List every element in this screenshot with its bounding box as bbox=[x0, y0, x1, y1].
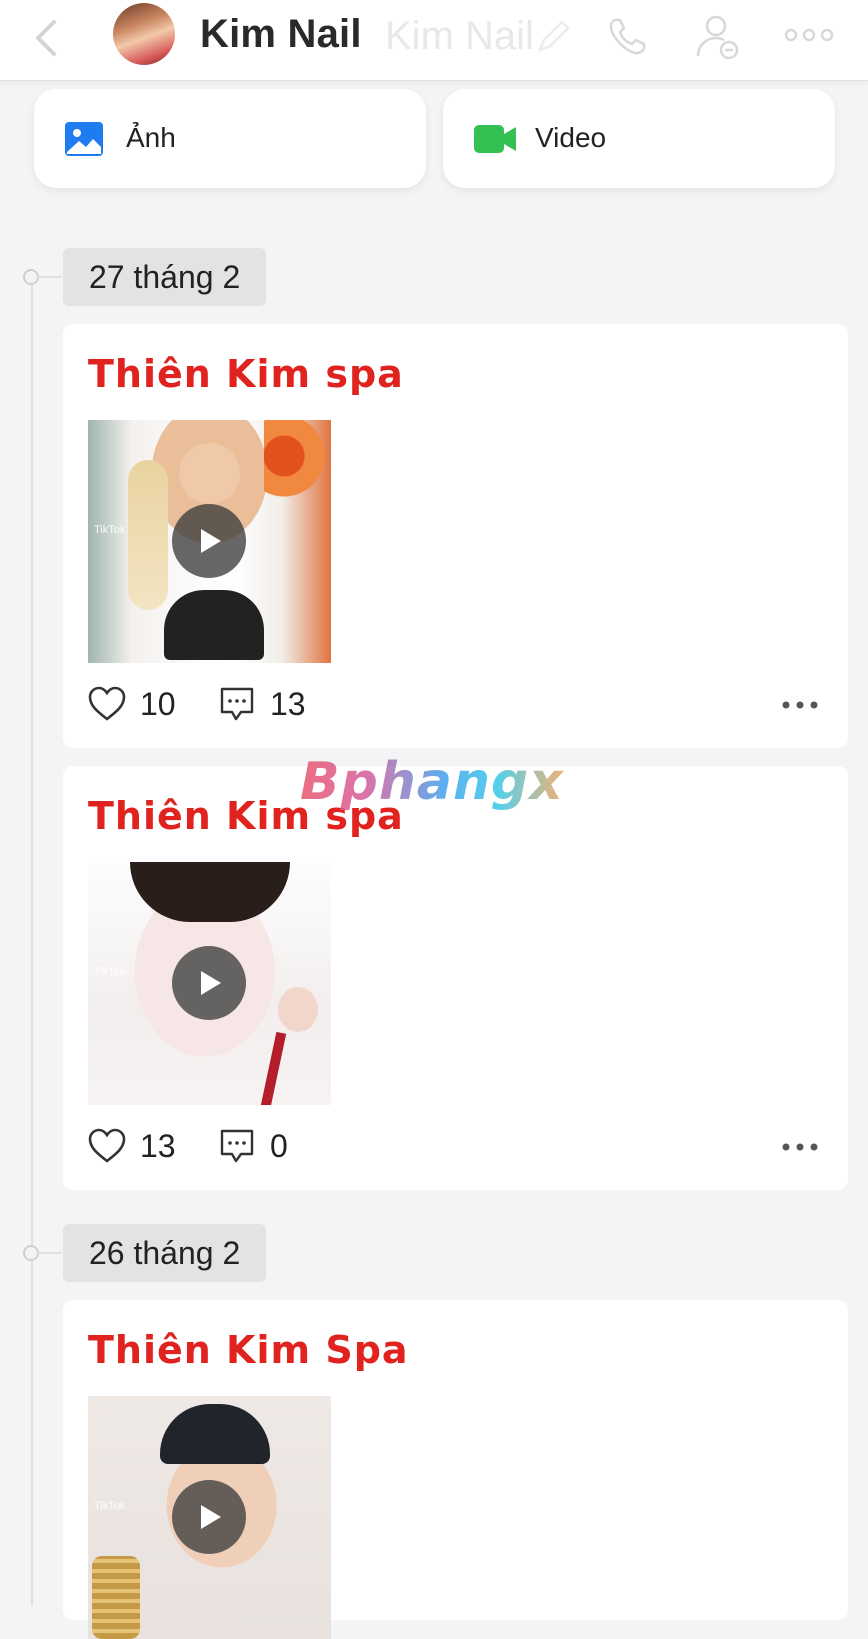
back-button[interactable] bbox=[32, 18, 62, 58]
play-icon bbox=[201, 529, 221, 553]
post-stats: 13 0 bbox=[88, 1126, 823, 1170]
post-author[interactable]: Thiên Kim spa bbox=[88, 352, 404, 396]
like-count: 13 bbox=[140, 1128, 176, 1164]
post-more-icon[interactable] bbox=[781, 700, 819, 710]
tiktok-tag: TikTok bbox=[94, 1500, 126, 1512]
date-chip: 26 tháng 2 bbox=[63, 1224, 267, 1282]
page-title[interactable]: Kim Nail bbox=[200, 12, 362, 57]
tiktok-tag: TikTok bbox=[94, 966, 126, 978]
tiktok-tag: TikTok bbox=[94, 524, 126, 536]
chat-header: Kim Nail Kim Nail bbox=[0, 0, 868, 81]
edit-icon bbox=[537, 20, 570, 53]
photo-button[interactable]: Ảnh bbox=[34, 89, 426, 188]
video-button[interactable]: Video bbox=[443, 89, 835, 188]
more-icon bbox=[784, 28, 834, 42]
comment-count: 13 bbox=[270, 686, 306, 722]
back-chevron-icon bbox=[36, 20, 56, 56]
call-button[interactable] bbox=[604, 14, 650, 60]
add-contact-icon bbox=[696, 15, 739, 60]
timeline-dot bbox=[23, 269, 39, 285]
play-button[interactable] bbox=[172, 1480, 246, 1554]
image-icon bbox=[65, 122, 103, 156]
photo-label: Ảnh bbox=[126, 122, 176, 153]
add-contact-button[interactable] bbox=[694, 12, 742, 62]
post-author[interactable]: Thiên Kim Spa bbox=[88, 1328, 409, 1372]
play-icon bbox=[201, 1505, 221, 1529]
phone-icon bbox=[609, 18, 646, 55]
timeline-stub bbox=[38, 276, 62, 278]
play-button[interactable] bbox=[172, 946, 246, 1020]
like-count: 10 bbox=[140, 686, 176, 722]
comment-icon[interactable] bbox=[219, 1128, 255, 1166]
timeline-stub bbox=[38, 1252, 62, 1254]
video-thumbnail[interactable]: TikTok bbox=[88, 420, 331, 663]
video-thumbnail[interactable]: TikTok bbox=[88, 1396, 331, 1639]
heart-icon[interactable] bbox=[88, 1128, 126, 1164]
avatar[interactable] bbox=[113, 3, 175, 65]
heart-icon[interactable] bbox=[88, 686, 126, 722]
post-card[interactable]: Thiên Kim Spa TikTok bbox=[63, 1300, 848, 1639]
video-camera-icon bbox=[474, 125, 516, 153]
comment-count: 0 bbox=[270, 1128, 288, 1164]
watermark-logo: Bphangx bbox=[300, 752, 564, 812]
more-button[interactable] bbox=[784, 22, 834, 48]
date-chip: 27 tháng 2 bbox=[63, 248, 267, 306]
post-card[interactable]: Thiên Kim spa TikTok 10 13 bbox=[63, 324, 848, 748]
video-thumbnail[interactable]: TikTok bbox=[88, 862, 331, 1105]
post-stats: 10 13 bbox=[88, 684, 823, 728]
play-icon bbox=[201, 971, 221, 995]
timeline-line bbox=[31, 276, 33, 1606]
comment-icon[interactable] bbox=[219, 686, 255, 724]
ghost-title: Kim Nail bbox=[385, 14, 534, 58]
timeline-dot bbox=[23, 1245, 39, 1261]
video-label: Video bbox=[535, 122, 607, 153]
post-more-icon[interactable] bbox=[781, 1142, 819, 1152]
play-button[interactable] bbox=[172, 504, 246, 578]
post-card[interactable]: Thiên Kim spa TikTok 13 0 bbox=[63, 766, 848, 1190]
